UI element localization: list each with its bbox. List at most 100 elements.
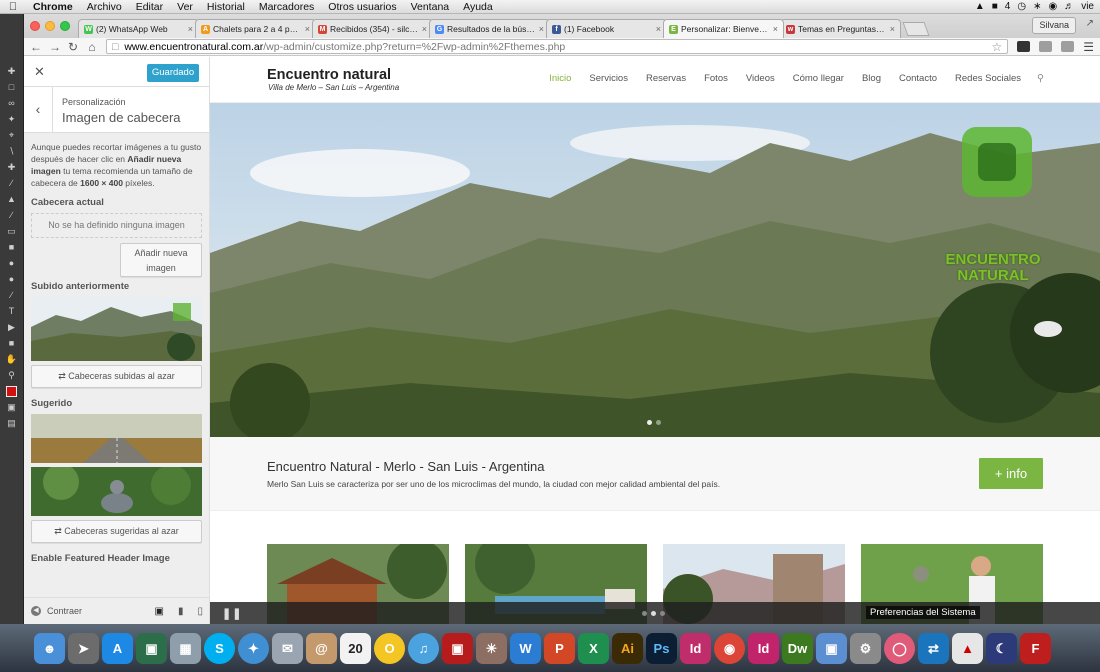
extension-shield-icon[interactable] [1017,41,1031,52]
close-window-button[interactable] [30,21,40,31]
menu-otros-usuarios[interactable]: Otros usuarios [321,1,403,13]
crop-tool-icon[interactable]: ⌖ [5,130,19,141]
teamviewer-icon[interactable]: ⇄ [918,632,949,664]
menu-ver[interactable]: Ver [170,1,200,13]
add-new-image-button[interactable]: Añadir nueva imagen [120,243,202,277]
forward-arrow-icon[interactable]: → [49,40,61,54]
lasso-tool-icon[interactable]: ∞ [5,98,19,109]
time-machine-icon[interactable]: ◷ [1017,1,1026,12]
photo-app-icon[interactable]: ▣ [442,632,473,664]
mobile-preview-icon[interactable]: ▯ [197,606,203,617]
blur-tool-icon[interactable]: ● [5,258,19,269]
tab-facebook[interactable]: f (1) Facebook × [546,19,667,38]
nav-blog[interactable]: Blog [862,73,881,84]
random-uploaded-button[interactable]: ⇄ Cabeceras subidas al azar [31,365,202,388]
mail-icon[interactable]: ✉ [272,632,303,664]
bluetooth-icon[interactable]: ∗ [1033,1,1041,12]
nav-reservas[interactable]: Reservas [646,73,686,84]
zoom-tool-icon[interactable]: ⚲ [5,370,19,381]
slideshow-dot[interactable] [660,611,665,616]
system-preferences-icon[interactable]: ⚙ [850,632,881,664]
home-icon[interactable]: ⌂ [87,40,97,54]
extension-icon[interactable] [1039,41,1053,52]
nav-servicios[interactable]: Servicios [589,73,628,84]
minimize-window-button[interactable] [45,21,55,31]
collapse-arrow-icon[interactable]: ◀ [31,606,41,616]
close-tab-icon[interactable]: × [773,24,778,34]
screen-mode-icon[interactable]: ▤ [5,418,19,429]
safari-icon[interactable]: ✦ [238,632,269,664]
menu-editar[interactable]: Editar [129,1,170,13]
clock[interactable]: vie [1081,1,1094,12]
heal-tool-icon[interactable]: ✚ [5,162,19,173]
tab-customizer-active[interactable]: E Personalizar: Bienvenidos × [663,19,784,38]
random-suggested-button[interactable]: ⇄ Cabeceras sugeridas al azar [31,520,202,543]
menu-marcadores[interactable]: Marcadores [252,1,321,13]
quick-mask-icon[interactable]: ▣ [5,402,19,413]
marquee-tool-icon[interactable]: □ [5,82,19,93]
calendar-icon[interactable]: 20 [340,632,371,664]
hand-tool-icon[interactable]: ✋ [5,354,19,365]
notes-icon[interactable]: O [374,632,405,664]
tablet-preview-icon[interactable]: ▮ [178,606,184,617]
pen-tool-icon[interactable]: ∕ [5,290,19,301]
dodge-tool-icon[interactable]: ● [5,274,19,285]
type-tool-icon[interactable]: T [5,306,19,317]
nav-contacto[interactable]: Contacto [899,73,937,84]
gradient-tool-icon[interactable]: ■ [5,242,19,253]
back-arrow-icon[interactable]: ← [30,40,42,54]
menu-historial[interactable]: Historial [200,1,252,13]
hamburger-menu-icon[interactable]: ☰ [1083,40,1094,54]
preview-icon[interactable]: ▦ [170,632,201,664]
adobe-badge-icon[interactable]: ■ [992,1,998,12]
powerpoint-icon[interactable]: P [544,632,575,664]
menu-app[interactable]: Chrome [26,1,80,13]
site-title[interactable]: Encuentro natural [267,67,391,83]
nav-fotos[interactable]: Fotos [704,73,728,84]
tab-wordpress-forum[interactable]: w Temas en Preguntas sobre × [780,19,901,38]
contacts-icon[interactable]: @ [306,632,337,664]
close-tab-icon[interactable]: × [188,24,193,34]
itunes-icon[interactable]: ♫ [408,632,439,664]
hero-slider-image[interactable]: ENCUENTRO NATURAL [210,103,1100,437]
tab-chalets[interactable]: A Chalets para 2 a 4 personas × [195,19,316,38]
saved-button[interactable]: Guardado [147,64,199,82]
apple-icon[interactable]:  [0,1,26,13]
menu-ayuda[interactable]: Ayuda [456,1,500,13]
path-select-icon[interactable]: ▶ [5,322,19,333]
search-icon[interactable]: ⚲ [1037,73,1044,84]
extension-puzzle-icon[interactable] [1061,41,1075,52]
slideshow-dot-active[interactable] [651,611,656,616]
magic-wand-icon[interactable]: ✦ [5,114,19,125]
uploaded-header-thumbnail[interactable] [31,297,202,361]
bookmark-star-icon[interactable]: ☆ [991,40,1002,54]
close-tab-icon[interactable]: × [890,24,895,34]
close-customizer-icon[interactable]: ✕ [34,64,45,80]
address-bar[interactable]: □ www.encuentronatural.com.ar/wp-admin/c… [106,39,1009,54]
chrome-icon[interactable]: ◉ [714,632,745,664]
menu-archivo[interactable]: Archivo [80,1,129,13]
tab-google-search[interactable]: G Resultados de la búsqueda × [429,19,550,38]
more-info-button[interactable]: + info [979,458,1043,489]
acrobat-icon[interactable]: ▲ [952,632,983,664]
indesign-icon-2[interactable]: Id [748,632,779,664]
nav-videos[interactable]: Videos [746,73,775,84]
zoom-window-button[interactable] [60,21,70,31]
suggested-buddha-thumbnail[interactable] [31,467,202,516]
move-tool-icon[interactable]: ✚ [5,66,19,77]
back-chevron-icon[interactable]: ‹ [24,87,53,133]
pause-icon[interactable]: ❚❚ [222,607,242,620]
photoshop-icon[interactable]: Ps [646,632,677,664]
nav-como-llegar[interactable]: Cómo llegar [793,73,844,84]
brush-tool-icon[interactable]: ∕ [5,178,19,189]
word-icon[interactable]: W [510,632,541,664]
history-brush-icon[interactable]: ∕ [5,210,19,221]
slide-dot-active[interactable] [647,420,652,425]
wallpaper-icon[interactable]: ☾ [986,632,1017,664]
eyedropper-icon[interactable]: ∖ [5,146,19,157]
foreground-color-swatch[interactable] [6,386,17,397]
indesign-icon[interactable]: Id [680,632,711,664]
illustrator-icon[interactable]: Ai [612,632,643,664]
donut-app-icon[interactable]: ◯ [884,632,915,664]
close-tab-icon[interactable]: × [656,24,661,34]
